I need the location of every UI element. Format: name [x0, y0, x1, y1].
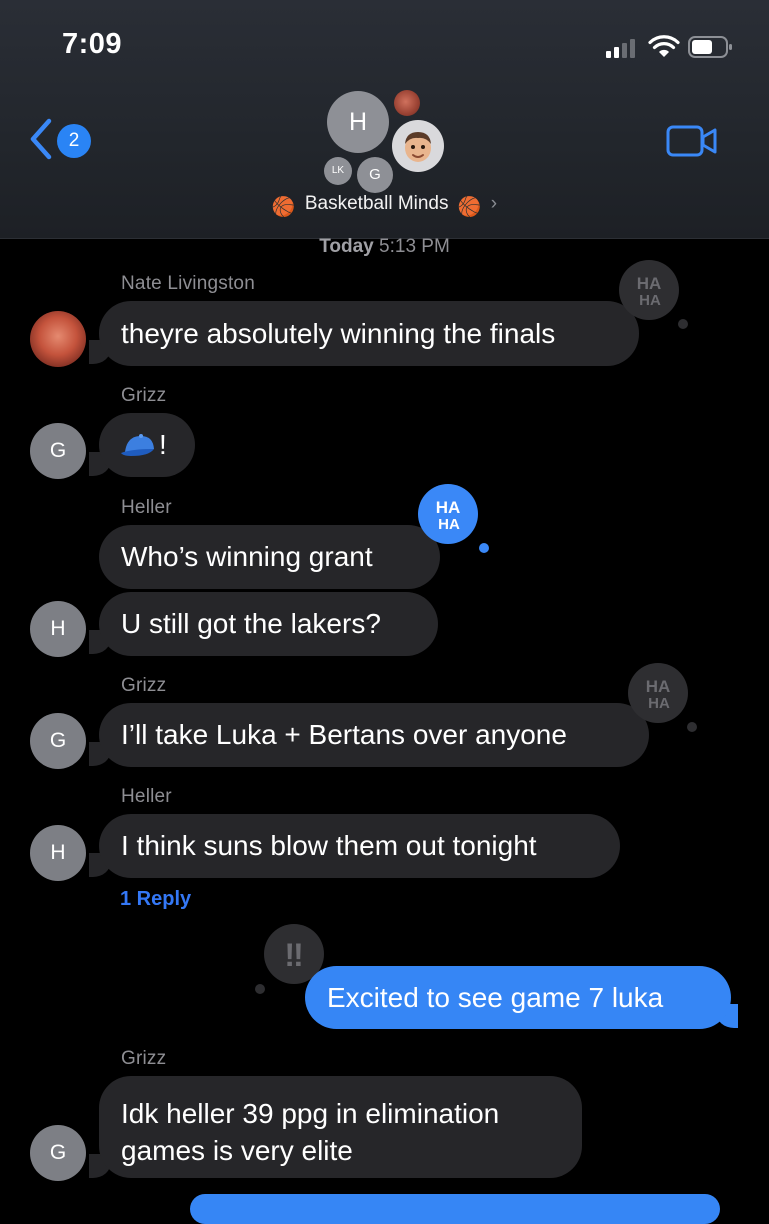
unread-count-badge[interactable]: 2 — [57, 124, 91, 158]
svg-text:HA: HA — [436, 498, 461, 517]
outgoing-message-bubble[interactable]: Excited to see game 7 luka — [305, 966, 731, 1029]
timestamp-time: 5:13 PM — [379, 236, 450, 257]
avatar-g[interactable]: G — [30, 1125, 86, 1181]
member-avatar-g[interactable]: G — [357, 157, 393, 193]
conversation-header: 7:09 2 H LK G 🏀 Basketball Minds 🏀 › — [0, 0, 769, 239]
svg-text:HA: HA — [639, 292, 661, 309]
haha-tapback-icon[interactable]: HA HA — [416, 484, 492, 558]
message-bubble[interactable]: ! — [99, 413, 195, 477]
sender-name: Grizz — [121, 675, 167, 696]
sender-name: Heller — [121, 497, 172, 518]
sender-name: Grizz — [121, 1048, 167, 1069]
member-avatar-photo-small[interactable] — [394, 90, 420, 116]
avatar-h[interactable]: H — [30, 601, 86, 657]
haha-tapback-icon[interactable]: HA HA — [617, 258, 693, 332]
back-chevron-icon[interactable] — [28, 118, 54, 160]
memoji-face-icon — [405, 132, 431, 162]
chevron-right-icon: › — [490, 193, 498, 214]
sender-name: Grizz — [121, 385, 167, 406]
basketball-emoji-left: 🏀 — [271, 197, 296, 218]
message-bubble[interactable]: I’ll take Luka + Bertans over anyone — [99, 703, 649, 767]
conversation-timestamp: Today 5:13 PM — [0, 236, 769, 258]
svg-text:‼: ‼ — [284, 937, 303, 973]
svg-text:HA: HA — [648, 695, 670, 712]
timestamp-day: Today — [319, 236, 374, 257]
message-bubble[interactable]: U still got the lakers? — [99, 592, 438, 656]
outgoing-message-bubble-partial[interactable] — [190, 1194, 720, 1224]
avatar-g[interactable]: G — [30, 713, 86, 769]
message-text: Who’s winning grant — [121, 541, 373, 572]
message-text: U still got the lakers? — [121, 608, 381, 639]
haha-tapback-icon[interactable]: HA HA — [626, 661, 702, 735]
battery-icon — [688, 36, 732, 58]
message-text: Excited to see game 7 luka — [327, 981, 664, 1013]
wifi-icon — [648, 35, 680, 57]
message-bubble[interactable]: Who’s winning grant — [99, 525, 440, 589]
member-avatar-memoji[interactable] — [392, 120, 444, 172]
message-text: theyre absolutely winning the finals — [121, 317, 556, 349]
sender-name: Nate Livingston — [121, 273, 255, 294]
avatar-h[interactable]: H — [30, 825, 86, 881]
member-avatar-lk[interactable]: LK — [324, 157, 352, 185]
message-text: ! — [159, 429, 167, 460]
message-bubble[interactable]: Idk heller 39 ppg in elimination games i… — [99, 1076, 582, 1178]
svg-text:HA: HA — [637, 274, 662, 293]
sender-name: Heller — [121, 786, 172, 807]
avatar-g[interactable]: G — [30, 423, 86, 479]
basketball-emoji-right: 🏀 — [457, 197, 482, 218]
cellular-signal-icon — [606, 38, 640, 58]
message-text: Idk heller 39 ppg in elimination games i… — [121, 1098, 500, 1166]
message-bubble[interactable]: I think suns blow them out tonight — [99, 814, 620, 878]
message-text: I’ll take Luka + Bertans over anyone — [121, 719, 567, 750]
thread-reply-link[interactable]: 1 Reply — [120, 888, 191, 911]
svg-text:HA: HA — [646, 677, 671, 696]
message-text: I think suns blow them out tonight — [121, 830, 537, 861]
group-name-row[interactable]: 🏀 Basketball Minds 🏀 › — [0, 193, 769, 219]
member-avatar-h[interactable]: H — [327, 91, 389, 153]
avatar-photo[interactable] — [30, 311, 86, 367]
svg-text:HA: HA — [438, 516, 460, 533]
group-name: Basketball Minds — [304, 193, 449, 214]
message-bubble[interactable]: theyre absolutely winning the finals — [99, 301, 639, 366]
status-time: 7:09 — [62, 28, 123, 60]
video-call-icon[interactable] — [666, 124, 718, 158]
blue-cap-emoji-icon — [121, 434, 154, 456]
